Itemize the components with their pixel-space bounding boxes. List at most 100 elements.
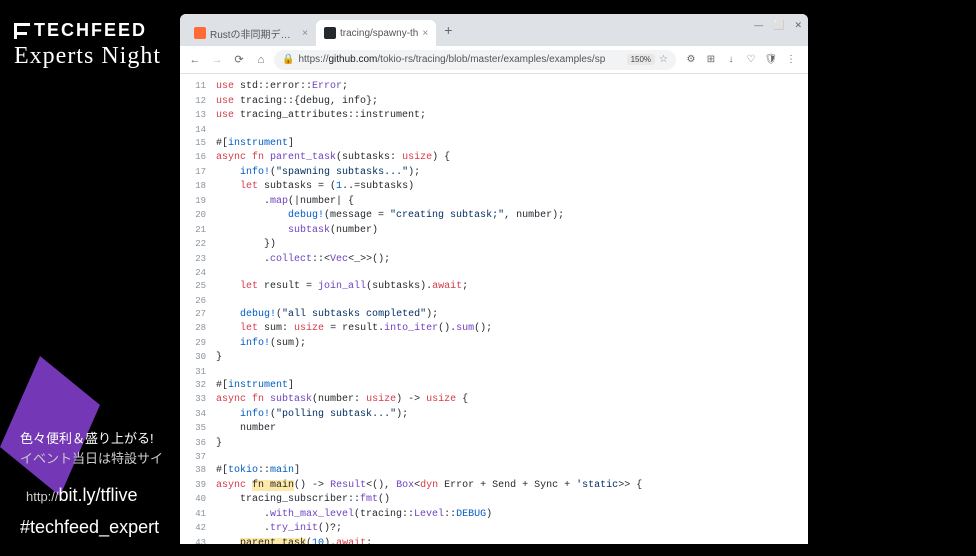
url-text: https://github.com/tokio-rs/tracing/blob… [298, 54, 622, 65]
line-number: 34 [180, 408, 216, 423]
line-number: 14 [180, 124, 216, 137]
line-number: 32 [180, 379, 216, 394]
code-line: 22 }) [180, 238, 808, 253]
code-content[interactable]: #[tokio::main] [216, 464, 808, 479]
code-line: 27 debug!("all subtasks completed"); [180, 308, 808, 323]
address-bar[interactable]: 🔒 https://github.com/tokio-rs/tracing/bl… [274, 50, 676, 70]
line-number: 39 [180, 479, 216, 494]
code-content[interactable]: parent_task(10).await; [216, 537, 808, 544]
code-content[interactable]: }) [216, 238, 808, 253]
code-line: 26 [180, 295, 808, 308]
line-number: 26 [180, 295, 216, 308]
reload-button[interactable]: ⟳ [230, 51, 248, 69]
code-content[interactable]: info!(sum); [216, 337, 808, 352]
promo-hashtag: #techfeed_expert [20, 517, 159, 538]
toolbar-icons: ⚙ ⊞ ↓ ♡ 🛡 ⋮ [680, 53, 802, 67]
code-content[interactable] [216, 267, 808, 280]
new-tab-button[interactable]: + [436, 22, 460, 38]
code-content[interactable] [216, 451, 808, 464]
code-content[interactable]: debug!("all subtasks completed"); [216, 308, 808, 323]
code-content[interactable]: number [216, 422, 808, 437]
window-controls: — ⬜ ✕ [754, 20, 802, 31]
forward-button[interactable]: → [208, 51, 226, 69]
promo-url: http://bit.ly/tflive [26, 485, 138, 506]
toolbar-icon[interactable]: ⊞ [704, 53, 718, 67]
code-content[interactable]: .map(|number| { [216, 195, 808, 210]
browser-tab[interactable]: Rustの非同期デバッ × [186, 20, 316, 46]
code-content[interactable]: .collect::<Vec<_>>(); [216, 253, 808, 268]
line-number: 17 [180, 166, 216, 181]
code-content[interactable]: async fn subtask(number: usize) -> usize… [216, 393, 808, 408]
line-number: 33 [180, 393, 216, 408]
code-line: 40 tracing_subscriber::fmt() [180, 493, 808, 508]
code-line: 18 let subtasks = (1..=subtasks) [180, 180, 808, 195]
code-line: 30} [180, 351, 808, 366]
code-content[interactable]: info!("spawning subtasks..."); [216, 166, 808, 181]
zoom-badge[interactable]: 150% [627, 54, 655, 65]
code-content[interactable]: debug!(message = "creating subtask;", nu… [216, 209, 808, 224]
line-number: 36 [180, 437, 216, 452]
code-line: 11use std::error::Error; [180, 80, 808, 95]
code-content[interactable]: async fn main() -> Result<(), Box<dyn Er… [216, 479, 808, 494]
code-content[interactable] [216, 366, 808, 379]
code-view[interactable]: 11use std::error::Error;12use tracing::{… [180, 74, 808, 544]
browser-window: Rustの非同期デバッ × tracing/spawny-th × + — ⬜ ✕ ←… [180, 14, 808, 544]
code-line: 31 [180, 366, 808, 379]
line-number: 30 [180, 351, 216, 366]
code-content[interactable]: #[instrument] [216, 137, 808, 152]
line-number: 13 [180, 109, 216, 124]
code-line: 21 subtask(number) [180, 224, 808, 239]
code-content[interactable]: use tracing_attributes::instrument; [216, 109, 808, 124]
code-content[interactable] [216, 124, 808, 137]
tab-title: Rustの非同期デバッ [210, 26, 298, 41]
code-line: 16async fn parent_task(subtasks: usize) … [180, 151, 808, 166]
line-number: 12 [180, 95, 216, 110]
code-line: 38#[tokio::main] [180, 464, 808, 479]
brand-f-icon [14, 23, 30, 39]
code-content[interactable]: use std::error::Error; [216, 80, 808, 95]
toolbar-icon[interactable]: 🛡 [764, 53, 778, 67]
minimize-button[interactable]: — [754, 20, 763, 31]
code-content[interactable]: use tracing::{debug, info}; [216, 95, 808, 110]
line-number: 38 [180, 464, 216, 479]
toolbar-icon[interactable]: ♡ [744, 53, 758, 67]
code-content[interactable]: let subtasks = (1..=subtasks) [216, 180, 808, 195]
code-content[interactable] [216, 295, 808, 308]
code-content[interactable]: } [216, 437, 808, 452]
bookmark-star-icon[interactable]: ☆ [659, 54, 668, 65]
toolbar-icon[interactable]: ⋮ [784, 53, 798, 67]
toolbar-icon[interactable]: ↓ [724, 53, 738, 67]
code-content[interactable]: let result = join_all(subtasks).await; [216, 280, 808, 295]
code-content[interactable]: async fn parent_task(subtasks: usize) { [216, 151, 808, 166]
maximize-button[interactable]: ⬜ [773, 20, 784, 31]
back-button[interactable]: ← [186, 51, 204, 69]
code-content[interactable]: tracing_subscriber::fmt() [216, 493, 808, 508]
code-line: 35 number [180, 422, 808, 437]
code-content[interactable]: .with_max_level(tracing::Level::DEBUG) [216, 508, 808, 523]
code-content[interactable]: .try_init()?; [216, 522, 808, 537]
close-window-button[interactable]: ✕ [794, 20, 802, 31]
browser-tab[interactable]: tracing/spawny-th × [316, 20, 436, 46]
tab-favicon-icon [194, 27, 206, 39]
code-line: 20 debug!(message = "creating subtask;",… [180, 209, 808, 224]
tab-favicon-icon [324, 27, 336, 39]
code-line: 37 [180, 451, 808, 464]
toolbar-icon[interactable]: ⚙ [684, 53, 698, 67]
line-number: 37 [180, 451, 216, 464]
line-number: 35 [180, 422, 216, 437]
code-line: 14 [180, 124, 808, 137]
code-content[interactable]: let sum: usize = result.into_iter().sum(… [216, 322, 808, 337]
code-content[interactable]: subtask(number) [216, 224, 808, 239]
tab-title: tracing/spawny-th [340, 28, 418, 39]
code-line: 28 let sum: usize = result.into_iter().s… [180, 322, 808, 337]
tab-close-icon[interactable]: × [302, 28, 308, 39]
code-content[interactable]: info!("polling subtask..."); [216, 408, 808, 423]
home-button[interactable]: ⌂ [252, 51, 270, 69]
line-number: 29 [180, 337, 216, 352]
line-number: 27 [180, 308, 216, 323]
code-content[interactable]: #[instrument] [216, 379, 808, 394]
code-content[interactable]: } [216, 351, 808, 366]
tab-close-icon[interactable]: × [422, 28, 428, 39]
promo-line-2: イベント当日は特設サイ [20, 449, 163, 469]
tab-strip: Rustの非同期デバッ × tracing/spawny-th × + — ⬜ ✕ [180, 14, 808, 46]
